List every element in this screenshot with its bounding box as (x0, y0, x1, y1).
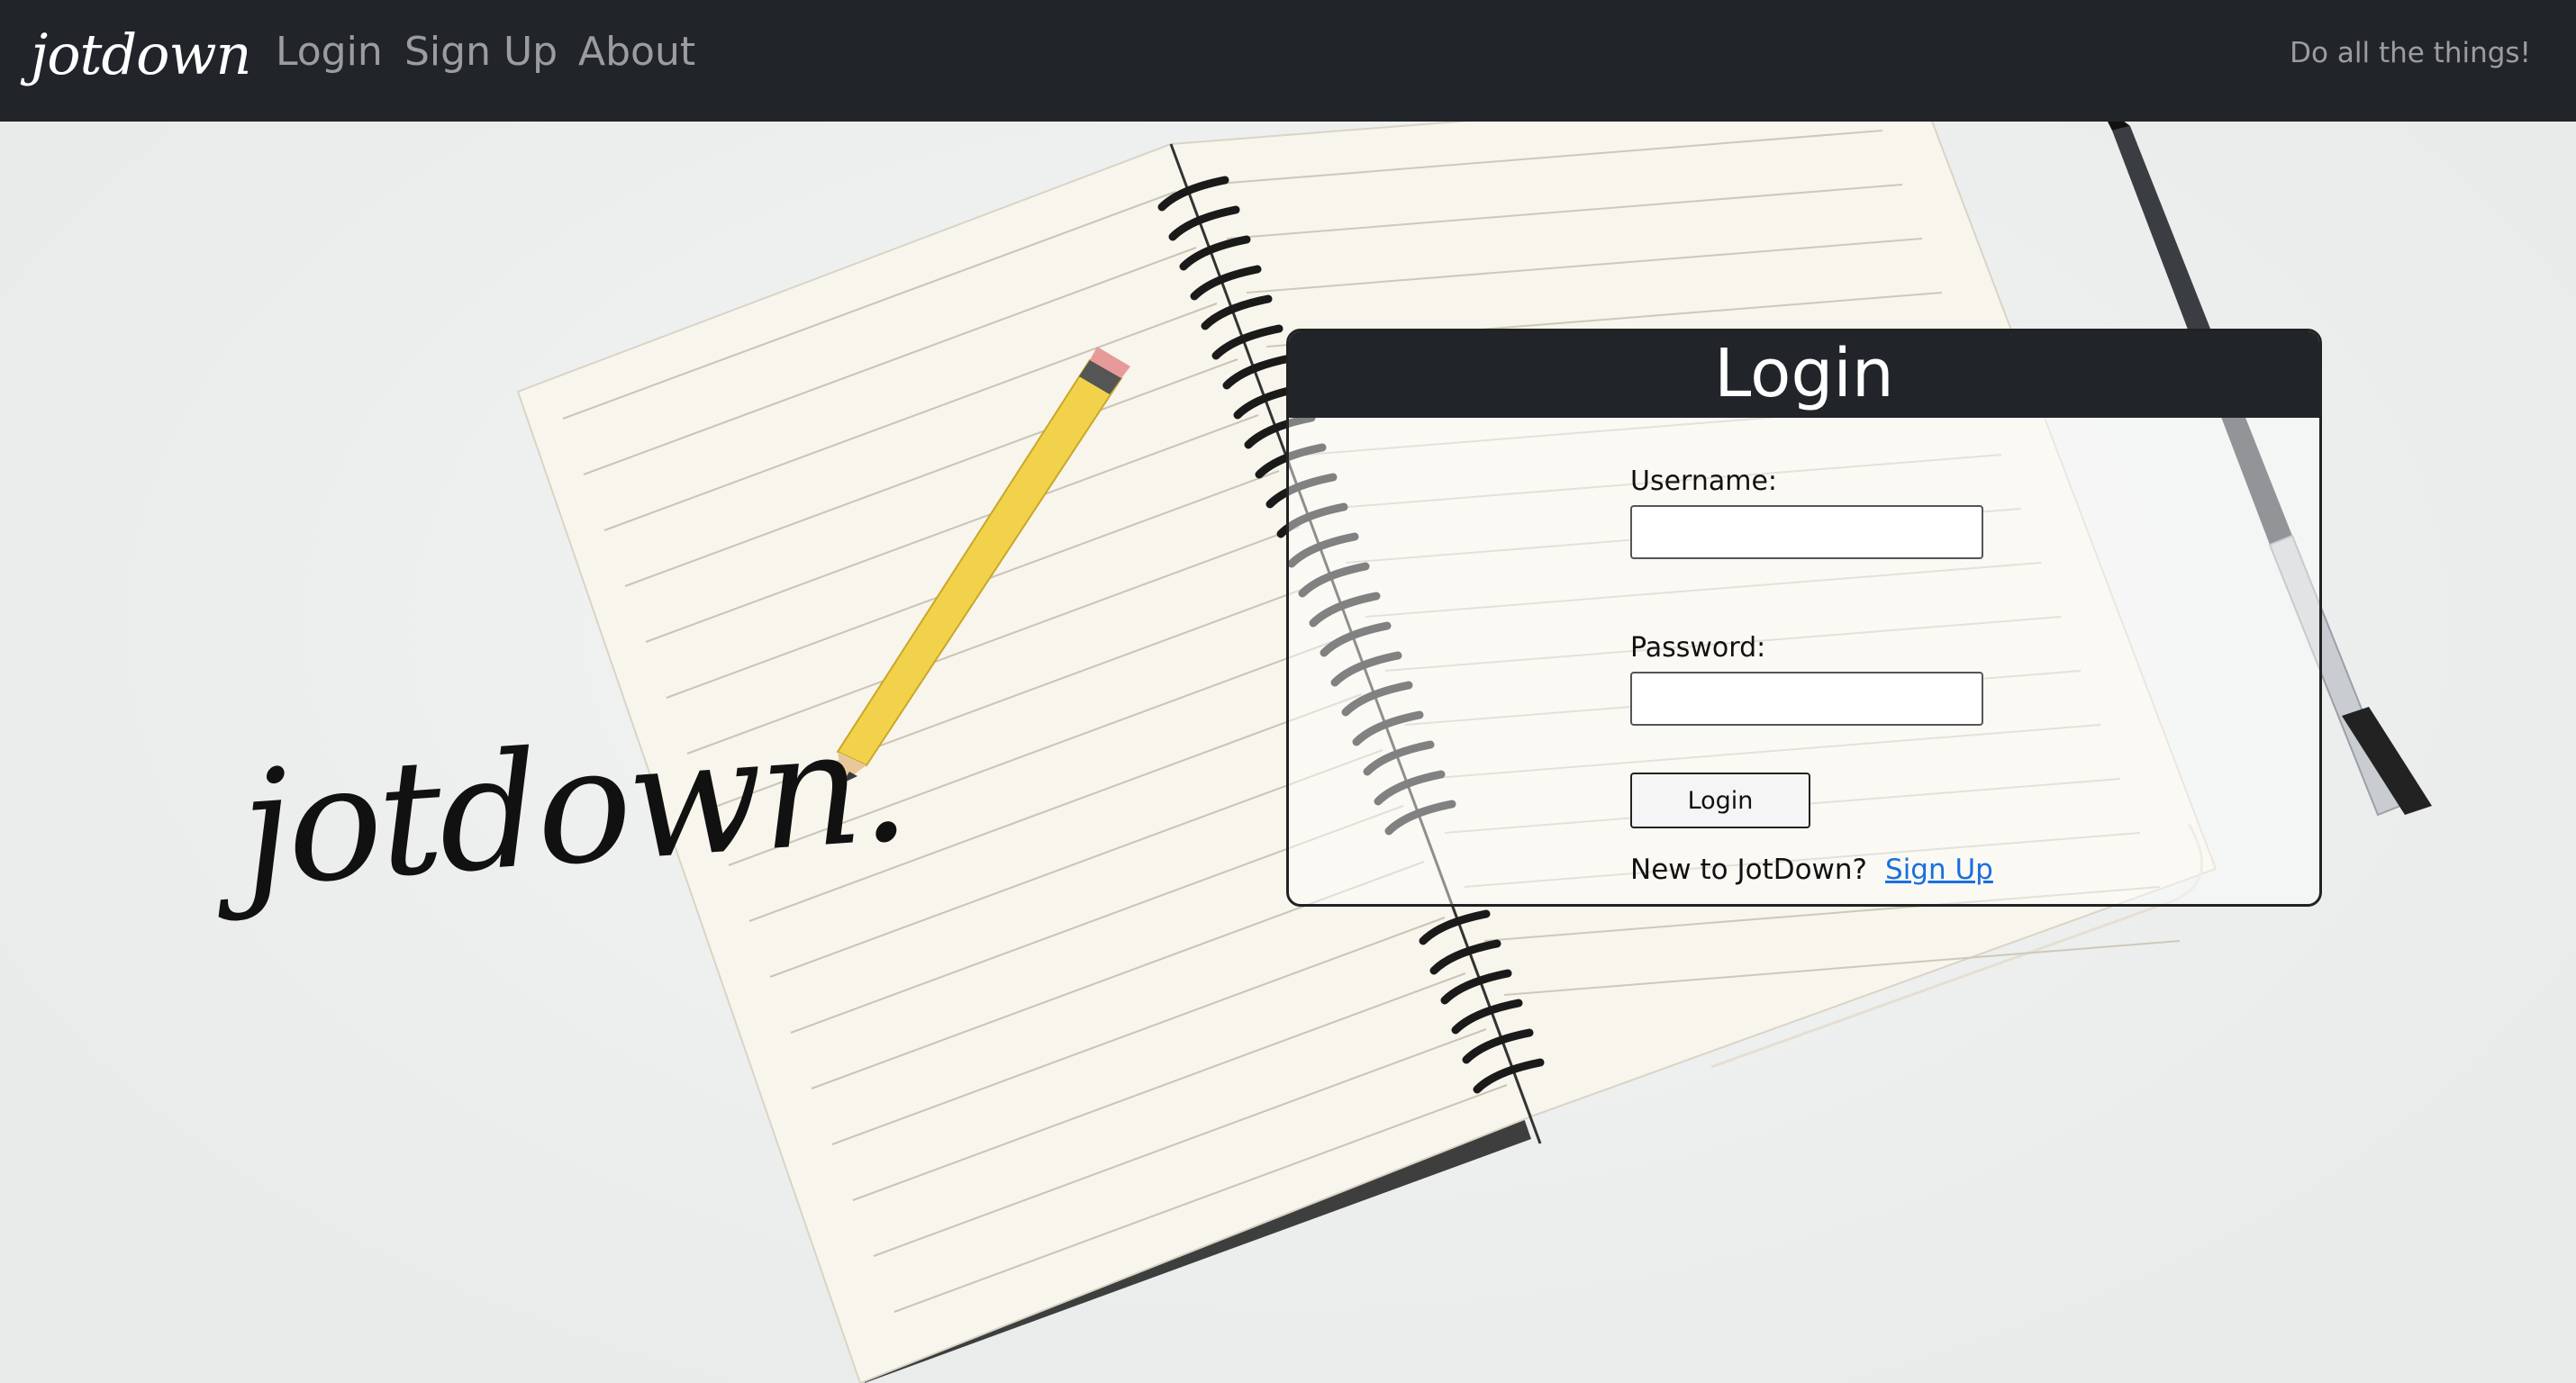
password-label: Password: (1630, 632, 1766, 664)
new-user-text: New to JotDown? (1630, 854, 1868, 886)
top-navbar: jotdown Login Sign Up About Do all the t… (0, 0, 2576, 122)
nav-login-link[interactable]: Login (276, 30, 383, 74)
password-input[interactable] (1630, 672, 1983, 726)
username-input[interactable] (1630, 505, 1983, 559)
login-card: Login Username: Password: Login New to J… (1286, 329, 2322, 907)
login-submit-button[interactable]: Login (1630, 773, 1810, 828)
signup-link[interactable]: Sign Up (1885, 854, 1993, 886)
hero-logo-text: jotdown. (234, 692, 912, 923)
signup-prompt: New to JotDown? Sign Up (1630, 854, 1993, 886)
nav-about-link[interactable]: About (578, 30, 695, 74)
login-form: Username: Password: Login New to JotDown… (1630, 466, 1993, 886)
nav-signup-link[interactable]: Sign Up (404, 30, 558, 74)
login-card-title: Login (1289, 331, 2319, 418)
navbar-tagline: Do all the things! (2290, 37, 2531, 69)
brand-logo[interactable]: jotdown (31, 27, 251, 83)
username-label: Username: (1630, 466, 1778, 497)
